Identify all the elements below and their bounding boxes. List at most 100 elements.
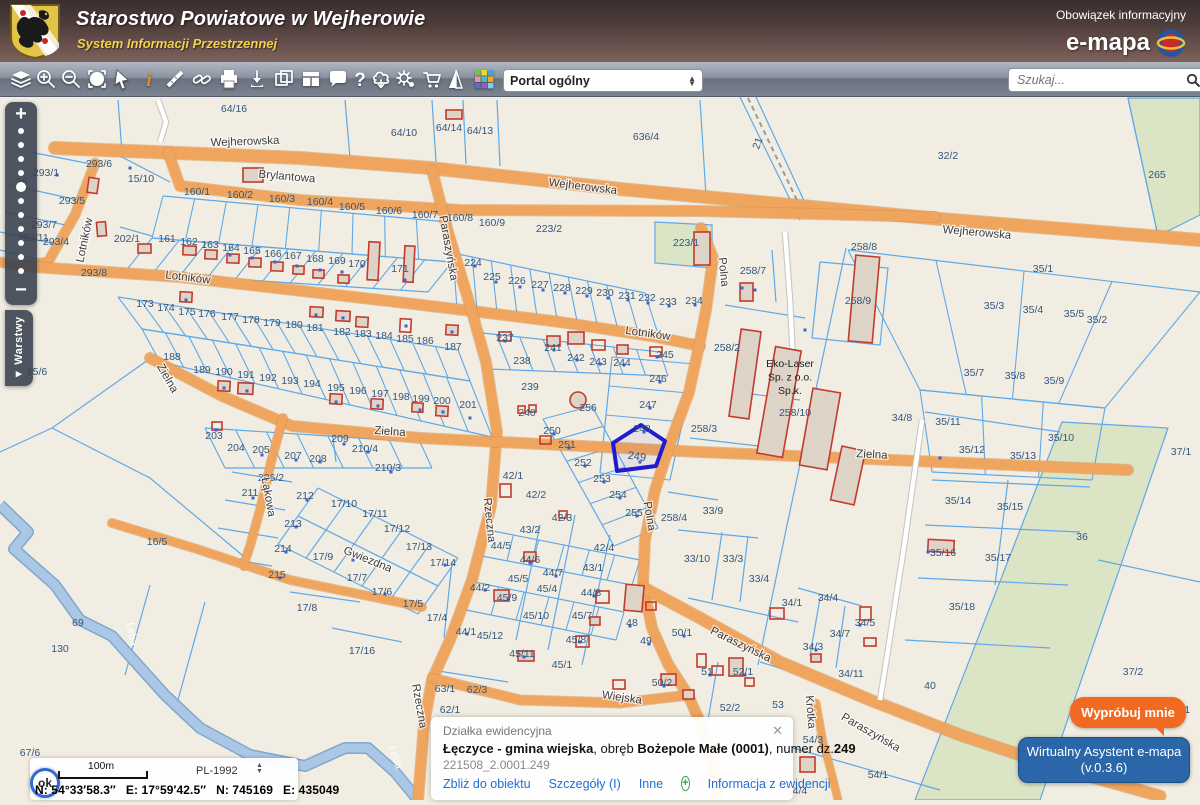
- zoom-out-button[interactable]: −: [5, 280, 37, 302]
- svg-text:237: 237: [496, 332, 514, 344]
- app-header: Starostwo Powiatowe w Wejherowie System …: [0, 0, 1200, 62]
- scale-bar: [58, 771, 148, 779]
- svg-text:197: 197: [371, 388, 389, 400]
- map-toolbar: i ? Portal ogólny ▲▼: [0, 62, 1200, 97]
- svg-text:210/4: 210/4: [352, 443, 378, 455]
- svg-text:228: 228: [553, 282, 571, 294]
- settings-icon[interactable]: [393, 66, 419, 92]
- svg-text:168: 168: [306, 253, 324, 265]
- crs-select-arrows-icon[interactable]: ▲▼: [256, 763, 263, 775]
- layers-icon[interactable]: [8, 66, 34, 92]
- svg-text:33/4: 33/4: [749, 573, 770, 585]
- info-icon[interactable]: i: [136, 66, 162, 92]
- cursor-icon[interactable]: [109, 66, 135, 92]
- svg-text:50/1: 50/1: [672, 627, 693, 639]
- portal-select[interactable]: Portal ogólny ▲▼: [503, 69, 703, 92]
- svg-text:17/6: 17/6: [372, 586, 393, 598]
- svg-text:258/3: 258/3: [691, 423, 717, 435]
- svg-text:43/1: 43/1: [583, 562, 604, 574]
- svg-text:64/10: 64/10: [391, 127, 417, 139]
- select-area-icon[interactable]: [84, 66, 110, 92]
- layout-panels-icon[interactable]: [298, 66, 324, 92]
- portal-select-value: Portal ogólny: [510, 74, 590, 88]
- svg-text:64/16: 64/16: [221, 103, 247, 115]
- zoom-level-dot[interactable]: [18, 212, 24, 218]
- svg-text:34/5: 34/5: [855, 617, 876, 629]
- crs-select[interactable]: PL-1992: [196, 765, 238, 777]
- zoom-level-dot[interactable]: [18, 156, 24, 162]
- svg-text:162: 162: [180, 236, 198, 248]
- svg-text:16/5: 16/5: [147, 536, 168, 548]
- svg-text:17/14: 17/14: [430, 557, 456, 569]
- svg-text:45/4: 45/4: [537, 583, 558, 595]
- svg-text:293/5: 293/5: [59, 195, 85, 207]
- gis-portal-window: { "header": { "title": "Starostwo Powiat…: [0, 0, 1200, 800]
- map-canvas[interactable]: 64/1664/1064/1464/13636/42132/226515/101…: [0, 96, 1200, 800]
- svg-text:258/9: 258/9: [845, 295, 871, 307]
- zoom-level-dot[interactable]: [18, 128, 24, 134]
- close-icon[interactable]: ✕: [772, 723, 783, 739]
- zoom-level-dot[interactable]: [18, 170, 24, 176]
- coord-value: E: 17°59′42.5″: [126, 783, 206, 797]
- zoom-level-dot[interactable]: [18, 198, 24, 204]
- popup-link[interactable]: Szczegóły (I): [549, 777, 621, 791]
- cloud-download-icon[interactable]: [368, 66, 394, 92]
- svg-text:258/7: 258/7: [740, 265, 766, 277]
- zoom-level-dot[interactable]: [18, 240, 24, 246]
- zoom-level-dot[interactable]: [18, 226, 24, 232]
- svg-text:34/1: 34/1: [782, 597, 803, 609]
- svg-text:62/3: 62/3: [467, 684, 488, 696]
- svg-text:43/2: 43/2: [520, 524, 541, 536]
- svg-text:45/1: 45/1: [552, 659, 573, 671]
- virtual-assistant-button[interactable]: Wirtualny Asystent e-mapa (v.0.3.6): [1018, 737, 1190, 783]
- svg-text:45/12: 45/12: [477, 630, 503, 642]
- zoom-out-icon[interactable]: [58, 66, 84, 92]
- svg-text:53: 53: [772, 699, 784, 711]
- svg-text:181: 181: [306, 322, 324, 334]
- north-arrow-icon[interactable]: [443, 66, 469, 92]
- popup-title: Działka ewidencyjna: [443, 724, 781, 738]
- plus-circle-icon[interactable]: +: [681, 776, 689, 791]
- svg-text:203: 203: [205, 430, 223, 442]
- svg-text:182: 182: [333, 326, 351, 338]
- duplicate-view-icon[interactable]: [271, 66, 297, 92]
- svg-text:199: 199: [412, 393, 430, 405]
- search-input[interactable]: [1015, 72, 1169, 88]
- cart-icon[interactable]: [419, 66, 445, 92]
- search-box[interactable]: [1008, 68, 1200, 92]
- svg-text:42/2: 42/2: [526, 489, 547, 501]
- svg-text:212: 212: [296, 490, 314, 502]
- zoom-level-dot-current[interactable]: [16, 182, 26, 192]
- popup-link[interactable]: Zbliż do obiektu: [443, 777, 531, 791]
- svg-text:214: 214: [274, 543, 292, 555]
- search-icon[interactable]: [1186, 73, 1200, 88]
- link-icon[interactable]: [189, 66, 215, 92]
- svg-text:224: 224: [464, 257, 482, 269]
- svg-text:35/18: 35/18: [949, 601, 975, 613]
- zoom-in-icon[interactable]: [33, 66, 59, 92]
- svg-text:17/10: 17/10: [331, 498, 357, 510]
- svg-text:42/4: 42/4: [594, 542, 615, 554]
- measure-icon[interactable]: [162, 66, 188, 92]
- svg-text:207: 207: [284, 450, 302, 462]
- zoom-in-button[interactable]: +: [5, 104, 37, 126]
- svg-text:160/7: 160/7: [412, 209, 438, 221]
- svg-text:251: 251: [558, 439, 576, 451]
- print-icon[interactable]: [216, 66, 242, 92]
- svg-text:240: 240: [518, 407, 536, 419]
- download-icon[interactable]: [244, 66, 270, 92]
- svg-text:42/3: 42/3: [552, 512, 573, 524]
- zoom-level-dot[interactable]: [18, 254, 24, 260]
- svg-text:258/8: 258/8: [851, 241, 877, 253]
- popup-link[interactable]: Inne: [639, 777, 663, 791]
- layers-panel-tab[interactable]: ▼ Warstwy: [5, 310, 33, 386]
- popup-link[interactable]: Informacja z ewidencji: [708, 777, 831, 791]
- zoom-level-dot[interactable]: [18, 268, 24, 274]
- svg-text:293/8: 293/8: [81, 267, 107, 279]
- zoom-level-dot[interactable]: [18, 142, 24, 148]
- svg-text:34/4: 34/4: [818, 592, 839, 604]
- info-obligation-link[interactable]: Obowiązek informacyjny: [1056, 8, 1186, 22]
- svg-text:164: 164: [222, 242, 240, 254]
- svg-text:17/5: 17/5: [403, 598, 424, 610]
- legend-colors-icon[interactable]: [471, 66, 497, 92]
